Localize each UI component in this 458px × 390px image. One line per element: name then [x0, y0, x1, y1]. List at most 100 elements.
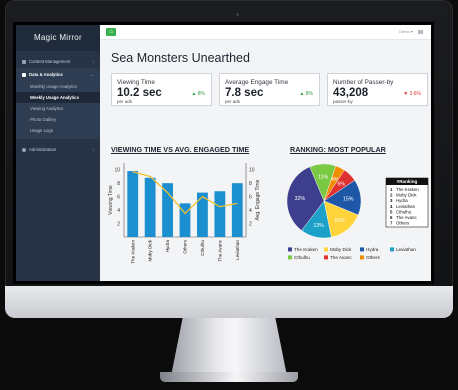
y-tick-label: 10: [114, 168, 120, 174]
legend-label: Hydra: [366, 247, 379, 252]
y2-axis-label: Avg. Engage Time: [255, 179, 261, 220]
sidebar-item-label: Data & Analytics: [29, 72, 63, 77]
pie-slice-label: 15%: [334, 218, 345, 224]
x-tick-label: Others: [183, 239, 188, 253]
bar: [231, 183, 243, 237]
sidebar-item-administration[interactable]: Administration ›: [16, 143, 100, 156]
y2-tick-label: 8: [249, 181, 252, 187]
bar: [162, 183, 173, 237]
sidebar-subitem-viewing[interactable]: Viewing Analytics: [16, 103, 100, 114]
sidebar-subitem-photo-gallery[interactable]: Photo Gallery: [16, 114, 100, 125]
chart-icon: [22, 72, 26, 77]
content-icon: [22, 59, 26, 64]
stat-unit: per ads: [117, 99, 133, 104]
stat-label: Viewing Time: [117, 79, 155, 86]
legend-label: The Kraken: [294, 247, 318, 252]
ranking-name: Leviathan: [396, 204, 416, 209]
ranking-name: The Avanc: [396, 215, 417, 220]
ranking-name: Others: [396, 221, 410, 226]
monitor-stand: [171, 318, 287, 376]
legend-label: Leviathan: [396, 247, 416, 252]
stat-unit: passer-by: [333, 99, 353, 104]
pie-slice-label: 13%: [313, 223, 324, 229]
legend-swatch: [324, 247, 328, 252]
stat-change: ▲ 8%: [299, 91, 313, 97]
stat-change-value: 8%: [197, 91, 205, 97]
y2-tick-label: 10: [249, 168, 255, 174]
x-tick-label: Leviathan: [235, 240, 240, 260]
legend-label: The Avanc: [330, 255, 352, 260]
home-button[interactable]: ⌂: [106, 28, 116, 36]
pie-slice-label: 11%: [318, 175, 328, 181]
x-tick-label: Hydra: [165, 240, 170, 253]
user-name: Demo: [399, 29, 410, 34]
legend-swatch: [288, 255, 292, 260]
pie-chart: 11% 4%6%15%15%13%32%#Ranking1 The Kraken2 M…: [286, 163, 429, 260]
ranking-name: Hydra: [396, 198, 408, 203]
ranking-name: Cthulhu: [396, 209, 412, 214]
y-axis-label: Viewing Time: [108, 185, 114, 215]
gear-icon: [22, 147, 26, 152]
stat-unit: per ads: [225, 99, 241, 104]
stat-change: ▼ 3.6%: [403, 91, 421, 97]
stat-card-engage-time: Average Engage Time 7.8 sec per ads ▲ 8%: [219, 73, 320, 106]
bar: [214, 191, 226, 237]
y-tick-label: 2: [117, 221, 120, 227]
sidebar-nav: Content Management › Data & Analytics ⌄ …: [16, 51, 100, 156]
monitor-foot: [160, 372, 298, 382]
ranking-name: The Kraken: [396, 187, 419, 192]
notification-icon[interactable]: [418, 29, 423, 34]
stat-value: 10.2 sec: [117, 87, 162, 99]
sidebar-group-data-analytics: Data & Analytics ⌄ Monthly Usage Analyti…: [16, 68, 100, 139]
page-title: Sea Monsters Unearthed: [111, 51, 250, 65]
section-title-viewing: VIEWING TIME VS AVG. ENGAGED TIME: [111, 145, 250, 154]
app-logo: Magic Mirror: [16, 25, 100, 51]
sidebar-subitem-usage-logs[interactable]: Usage Logs: [16, 125, 100, 136]
x-tick-label: Moby Dick: [148, 239, 153, 261]
stat-card-passer-by: Number of Passer-by 43,208 passer-by ▼ 3…: [327, 73, 428, 106]
legend-label: Others: [366, 255, 380, 260]
sidebar-item-content-management[interactable]: Content Management ›: [16, 55, 100, 68]
bar: [127, 171, 139, 237]
y-tick-label: 4: [117, 208, 120, 214]
legend-swatch: [390, 247, 394, 252]
ranking-title: #Ranking: [397, 179, 418, 184]
stat-change-value: 8%: [305, 91, 313, 97]
bar-line-chart: 2 2 4 4 6 6 8 8 10 10 The Kraken Moby Dick Hydra Othe…: [108, 163, 261, 264]
ranking-name: Moby Dick: [396, 193, 417, 198]
legend-swatch: [324, 255, 328, 260]
y2-tick-label: 2: [249, 221, 252, 227]
bar: [144, 177, 156, 237]
main-content: Sea Monsters Unearthed Viewing Time 10.2…: [100, 39, 431, 281]
top-bar: ⌂ Demo ▾: [100, 25, 431, 40]
pie-slice-label: 32%: [295, 196, 306, 202]
legend-swatch: [360, 255, 364, 260]
user-menu[interactable]: Demo ▾: [399, 29, 423, 34]
y2-tick-label: 4: [249, 208, 252, 214]
x-tick-label: The Avanc: [217, 239, 222, 261]
x-tick-label: The Kraken: [130, 240, 135, 264]
stat-change: ▲ 8%: [191, 91, 205, 97]
stat-value: 43,208: [333, 87, 369, 99]
chevron-down-icon: ⌄: [90, 71, 94, 77]
legend-label: Cthulhu: [294, 255, 310, 260]
pie-slice-label: 6%: [337, 182, 345, 188]
sidebar-item-data-analytics[interactable]: Data & Analytics ⌄: [16, 68, 100, 81]
y-tick-label: 8: [117, 181, 120, 187]
sidebar-subitem-monthly[interactable]: Monthly Usage Analytics: [16, 81, 100, 92]
sidebar: Magic Mirror Content Management › Data &…: [16, 25, 100, 281]
stat-value: 7.8 sec: [225, 87, 264, 99]
stat-card-viewing-time: Viewing Time 10.2 sec per ads ▲ 8%: [111, 73, 212, 106]
stat-label: Average Engage Time: [225, 79, 289, 86]
sidebar-subitem-weekly[interactable]: Weekly Usage Analytics: [16, 92, 100, 103]
section-title-ranking: RANKING: MOST POPULAR: [290, 145, 386, 154]
sidebar-item-label: Content Management: [29, 59, 71, 64]
monitor-chin: [5, 286, 453, 318]
y-tick-label: 6: [117, 194, 120, 200]
legend-swatch: [288, 247, 292, 252]
sidebar-item-label: Administration: [29, 147, 57, 152]
stat-label: Number of Passer-by: [333, 79, 394, 86]
chevron-right-icon: ›: [92, 59, 94, 64]
legend-swatch: [360, 247, 364, 252]
stat-change-value: 3.6%: [409, 91, 421, 97]
